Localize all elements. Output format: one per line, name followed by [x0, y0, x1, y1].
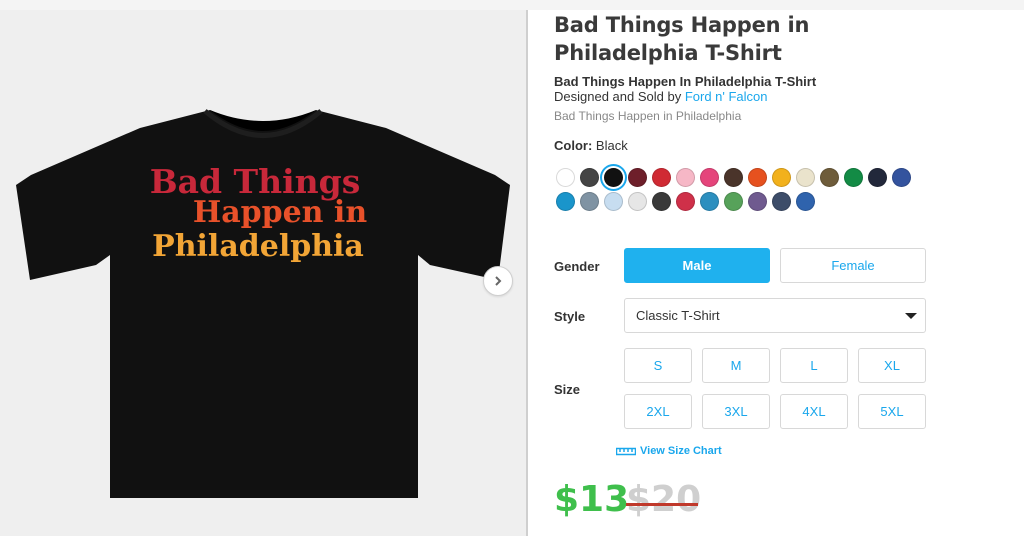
size-option-l[interactable]: L — [780, 348, 848, 383]
color-swatch[interactable] — [580, 192, 599, 211]
color-swatch[interactable] — [556, 192, 575, 211]
size-option-5xl[interactable]: 5XL — [858, 394, 926, 429]
color-swatch[interactable] — [652, 192, 671, 211]
color-swatch[interactable] — [772, 192, 791, 211]
color-swatch[interactable] — [604, 168, 623, 187]
product-image-gallery: Bad Things Happen in Philadelphia — [0, 10, 526, 536]
size-option-s[interactable]: S — [624, 348, 692, 383]
designer-link[interactable]: Ford n' Falcon — [685, 89, 768, 104]
color-swatch[interactable] — [652, 168, 671, 187]
color-swatch[interactable] — [676, 192, 695, 211]
color-swatch[interactable] — [820, 168, 839, 187]
current-price: $13 — [554, 479, 630, 520]
color-swatch[interactable] — [892, 168, 911, 187]
panel-divider — [526, 10, 528, 536]
original-price-strikethrough — [626, 503, 698, 506]
size-option-xl[interactable]: XL — [858, 348, 926, 383]
shirt-artwork-line-2: Happen in — [193, 195, 367, 230]
designed-by-text: Designed and Sold by — [554, 89, 685, 104]
product-subtitle: Bad Things Happen In Philadelphia T-Shir… — [554, 74, 817, 89]
style-selected-value: Classic T-Shirt — [636, 308, 720, 323]
style-select[interactable]: Classic T-Shirt — [624, 298, 926, 333]
chevron-right-icon — [495, 276, 502, 286]
tshirt-image: Bad Things Happen in Philadelphia — [16, 109, 510, 498]
color-swatch[interactable] — [700, 192, 719, 211]
size-option-m[interactable]: M — [702, 348, 770, 383]
size-option-3xl[interactable]: 3XL — [702, 394, 770, 429]
view-size-chart-label: View Size Chart — [640, 445, 722, 457]
product-title: Bad Things Happen in Philadelphia T-Shir… — [554, 13, 810, 65]
selected-color-name: Black — [595, 138, 628, 153]
color-swatch[interactable] — [604, 192, 623, 211]
view-size-chart-link[interactable]: View Size Chart — [616, 445, 722, 457]
color-label-key: Color: — [554, 138, 593, 153]
color-swatch[interactable] — [724, 192, 743, 211]
gender-male-button[interactable]: Male — [624, 248, 770, 283]
color-swatch[interactable] — [748, 192, 767, 211]
color-swatch[interactable] — [796, 192, 815, 211]
color-swatch[interactable] — [748, 168, 767, 187]
shirt-artwork-line-3: Philadelphia — [152, 229, 364, 264]
color-label: Color: Black — [554, 138, 628, 153]
color-swatch[interactable] — [724, 168, 743, 187]
color-swatch[interactable] — [628, 192, 647, 211]
size-label: Size — [554, 382, 581, 397]
gender-label: Gender — [554, 259, 600, 274]
original-price: $20 — [626, 479, 702, 520]
color-swatch[interactable] — [796, 168, 815, 187]
gender-female-button[interactable]: Female — [780, 248, 926, 283]
top-strip — [0, 0, 1024, 10]
color-swatch[interactable] — [556, 168, 575, 187]
caret-down-icon — [905, 313, 917, 319]
color-swatch[interactable] — [844, 168, 863, 187]
color-swatch[interactable] — [868, 168, 887, 187]
color-swatch[interactable] — [772, 168, 791, 187]
color-swatch[interactable] — [580, 168, 599, 187]
ruler-icon — [616, 447, 636, 456]
color-swatch[interactable] — [676, 168, 695, 187]
size-option-4xl[interactable]: 4XL — [780, 394, 848, 429]
size-option-2xl[interactable]: 2XL — [624, 394, 692, 429]
product-tagline: Bad Things Happen in Philadelphia — [554, 109, 742, 123]
designer-line: Designed and Sold by Ford n' Falcon — [554, 89, 768, 104]
next-image-button[interactable] — [483, 266, 513, 296]
color-swatch[interactable] — [628, 168, 647, 187]
color-swatch[interactable] — [700, 168, 719, 187]
style-label: Style — [554, 309, 586, 324]
